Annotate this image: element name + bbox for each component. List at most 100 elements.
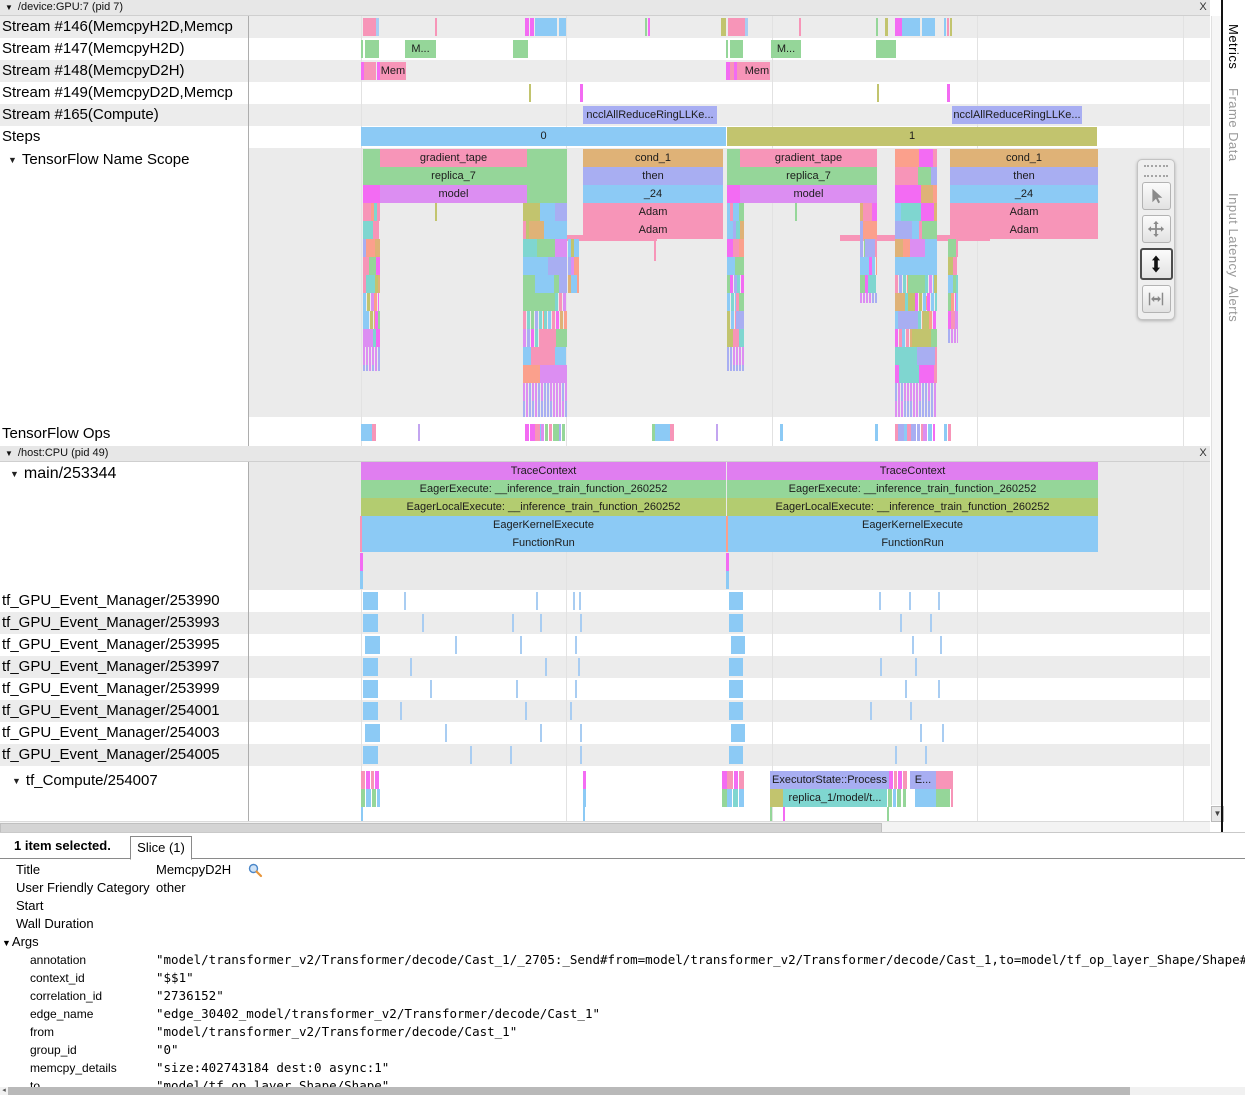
trace-block-fragment[interactable] bbox=[361, 789, 365, 807]
trace-block[interactable]: Mem bbox=[744, 62, 770, 80]
trace-block[interactable]: EagerLocalExecute: __inference_train_fun… bbox=[361, 498, 726, 516]
event-tick[interactable] bbox=[400, 702, 402, 720]
trace-block-fragment[interactable] bbox=[726, 553, 729, 571]
event-tick[interactable] bbox=[422, 614, 424, 632]
timing-tool-button[interactable] bbox=[1142, 285, 1171, 313]
trace-block[interactable]: ncclAllReduceRingLLKe... bbox=[952, 106, 1082, 124]
event-tick[interactable] bbox=[870, 702, 872, 720]
trace-block-fragment[interactable] bbox=[372, 424, 376, 441]
page-horizontal-scrollbar[interactable]: ◂ bbox=[0, 1087, 1245, 1095]
trace-block[interactable]: EagerExecute: __inference_train_function… bbox=[361, 480, 726, 498]
event-tick[interactable] bbox=[909, 592, 911, 610]
trace-block-fragment[interactable] bbox=[376, 18, 379, 36]
trace-block-fragment[interactable] bbox=[783, 807, 785, 821]
trace-block-fragment[interactable] bbox=[770, 807, 772, 821]
event-tick[interactable] bbox=[920, 724, 922, 742]
trace-block-fragment[interactable] bbox=[897, 789, 901, 807]
trace-block[interactable]: TraceContext bbox=[361, 462, 726, 480]
event-tick[interactable] bbox=[940, 636, 942, 654]
trace-block-fragment[interactable] bbox=[525, 18, 529, 36]
event-tick[interactable] bbox=[540, 614, 542, 632]
event-block[interactable] bbox=[363, 592, 378, 610]
event-tick[interactable] bbox=[938, 680, 940, 698]
trace-dense-cluster[interactable] bbox=[860, 203, 877, 303]
trace-block-fragment[interactable] bbox=[739, 771, 744, 789]
trace-block-fragment[interactable] bbox=[435, 203, 437, 221]
trace-block-fragment[interactable] bbox=[948, 424, 951, 441]
trace-block[interactable]: EagerLocalExecute: __inference_train_fun… bbox=[727, 498, 1098, 516]
event-tick[interactable] bbox=[470, 746, 472, 764]
trace-block[interactable]: FunctionRun bbox=[361, 534, 726, 552]
trace-block-fragment[interactable] bbox=[728, 18, 745, 36]
trace-block-fragment[interactable] bbox=[418, 424, 420, 441]
trace-block-fragment[interactable] bbox=[894, 771, 897, 789]
trace-dense-cluster[interactable] bbox=[525, 424, 565, 441]
event-tick[interactable] bbox=[879, 592, 881, 610]
event-block[interactable] bbox=[363, 680, 378, 698]
trace-block-fragment[interactable] bbox=[363, 18, 376, 36]
trace-block-fragment[interactable] bbox=[726, 571, 729, 589]
trace-block[interactable]: _24 bbox=[583, 185, 723, 203]
trace-block-fragment[interactable] bbox=[366, 771, 370, 789]
event-block[interactable] bbox=[729, 746, 743, 764]
trace-block[interactable]: _24 bbox=[950, 185, 1098, 203]
trace-block-fragment[interactable] bbox=[535, 18, 557, 36]
event-tick[interactable] bbox=[570, 702, 572, 720]
event-tick[interactable] bbox=[580, 614, 582, 632]
event-tick[interactable] bbox=[900, 614, 902, 632]
event-tick[interactable] bbox=[905, 680, 907, 698]
close-icon[interactable]: X bbox=[1196, 0, 1210, 15]
event-tick[interactable] bbox=[510, 746, 512, 764]
drag-handle-icon[interactable] bbox=[1144, 165, 1168, 177]
side-tab-input-latency[interactable]: Input Latency bbox=[1226, 193, 1241, 278]
event-tick[interactable] bbox=[915, 658, 917, 676]
trace-block-fragment[interactable] bbox=[372, 789, 376, 807]
event-tick[interactable] bbox=[536, 592, 538, 610]
zoom-tool-button[interactable] bbox=[1140, 248, 1173, 280]
pan-tool-button[interactable] bbox=[1142, 215, 1171, 243]
trace-block-fragment[interactable] bbox=[947, 84, 950, 102]
trace-block-fragment[interactable] bbox=[363, 167, 380, 185]
select-tool-button[interactable] bbox=[1142, 182, 1171, 210]
trace-block-fragment[interactable] bbox=[737, 62, 744, 80]
trace-block-fragment[interactable] bbox=[887, 807, 889, 821]
trace-block[interactable]: Adam bbox=[950, 203, 1098, 221]
trace-block-fragment[interactable] bbox=[363, 185, 380, 203]
trace-block[interactable]: M... bbox=[771, 40, 801, 58]
trace-block[interactable]: cond_1 bbox=[950, 149, 1098, 167]
trace-block-fragment[interactable] bbox=[727, 789, 732, 807]
collapse-arrow-icon[interactable]: ▼ bbox=[5, 449, 13, 458]
event-tick[interactable] bbox=[930, 614, 932, 632]
trace-block-fragment[interactable] bbox=[360, 571, 363, 589]
trace-block[interactable]: model bbox=[380, 185, 527, 203]
trace-block-fragment[interactable] bbox=[654, 241, 656, 261]
event-tick[interactable] bbox=[520, 636, 522, 654]
trace-block-fragment[interactable] bbox=[795, 203, 797, 221]
trace-block-fragment[interactable] bbox=[780, 424, 783, 441]
trace-block-fragment[interactable] bbox=[876, 40, 896, 58]
event-tick[interactable] bbox=[445, 724, 447, 742]
trace-block-fragment[interactable] bbox=[885, 18, 888, 36]
event-tick[interactable] bbox=[545, 658, 547, 676]
event-tick[interactable] bbox=[912, 636, 914, 654]
event-block[interactable] bbox=[729, 702, 743, 720]
event-tick[interactable] bbox=[580, 746, 582, 764]
event-tick[interactable] bbox=[895, 746, 897, 764]
event-tick[interactable] bbox=[938, 592, 940, 610]
trace-block-fragment[interactable] bbox=[527, 185, 567, 203]
event-tick[interactable] bbox=[578, 658, 580, 676]
trace-block-fragment[interactable] bbox=[583, 789, 586, 807]
trace-block[interactable]: EagerKernelExecute bbox=[361, 516, 726, 534]
trace-block-fragment[interactable] bbox=[559, 18, 566, 36]
trace-block-fragment[interactable] bbox=[922, 18, 935, 36]
trace-block-fragment[interactable] bbox=[360, 516, 362, 552]
event-block[interactable] bbox=[731, 724, 745, 742]
close-icon[interactable]: X bbox=[1196, 446, 1210, 461]
trace-dense-cluster[interactable] bbox=[895, 149, 937, 417]
trace-block-fragment[interactable] bbox=[364, 62, 376, 80]
side-tab-frame-data[interactable]: Frame Data bbox=[1226, 88, 1241, 162]
event-tick[interactable] bbox=[579, 592, 581, 610]
event-block[interactable] bbox=[363, 746, 378, 764]
page-scrollbar-thumb[interactable] bbox=[8, 1087, 1130, 1095]
trace-block[interactable]: EagerKernelExecute bbox=[727, 516, 1098, 534]
